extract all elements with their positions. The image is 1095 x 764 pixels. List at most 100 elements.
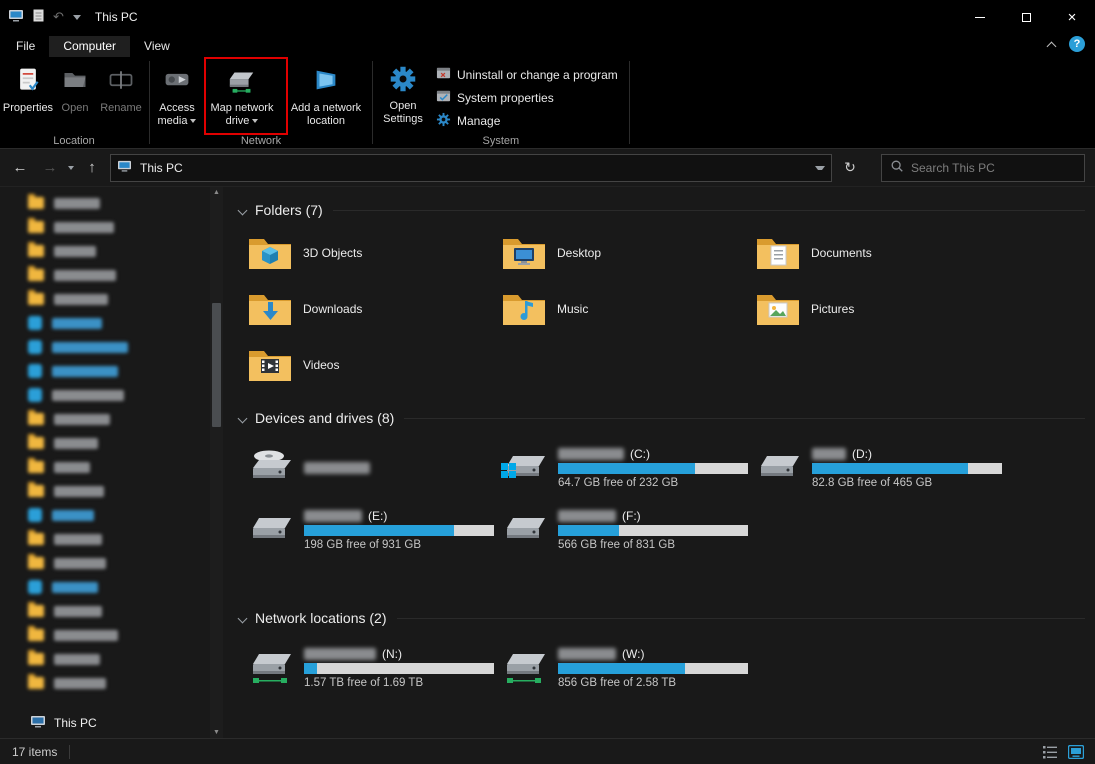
folder-icon — [28, 437, 44, 449]
nav-scrollbar[interactable]: ▲ ▼ — [210, 187, 223, 738]
main-area: This PC ▲ ▼ Folders (7) 3D Objects — [0, 187, 1095, 738]
nav-item[interactable] — [0, 671, 210, 695]
nav-item[interactable] — [0, 623, 210, 647]
network-drive-item-w[interactable]: (W:) 856 GB free of 2.58 TB — [491, 637, 745, 699]
undo-icon[interactable]: ↶ — [53, 9, 64, 25]
drive-item-d[interactable]: (D:) 82.8 GB free of 465 GB — [745, 437, 999, 499]
add-network-location-button[interactable]: Add a network location — [283, 59, 369, 133]
scroll-down-icon[interactable]: ▼ — [210, 729, 223, 736]
capacity-bar-fill — [304, 525, 454, 536]
section-header-devices[interactable]: Devices and drives (8) — [239, 407, 1085, 429]
search-input[interactable] — [911, 161, 1076, 175]
dropdown-caret-icon — [190, 119, 196, 123]
nav-item[interactable] — [0, 407, 210, 431]
network-drive-item-n[interactable]: (N:) 1.57 TB free of 1.69 TB — [237, 637, 491, 699]
details-view-button[interactable] — [1041, 743, 1059, 761]
properties-button[interactable]: Properties — [2, 59, 54, 133]
section-header-network[interactable]: Network locations (2) — [239, 607, 1085, 629]
folder-item-pictures[interactable]: Pictures — [745, 281, 999, 337]
nav-item[interactable] — [0, 599, 210, 623]
folder-item-videos[interactable]: Videos — [237, 337, 491, 393]
customize-toolbar-dropdown-icon[interactable] — [73, 15, 81, 20]
nav-item[interactable] — [0, 551, 210, 575]
nav-item[interactable] — [0, 383, 210, 407]
redacted-label — [52, 510, 94, 521]
nav-item[interactable] — [0, 527, 210, 551]
folder-name: Downloads — [303, 302, 362, 316]
address-dropdown-icon[interactable] — [815, 166, 825, 170]
properties-quick-icon[interactable] — [33, 9, 44, 25]
redacted-drive-label — [304, 462, 370, 474]
drive-item-dvd[interactable] — [237, 437, 491, 499]
nav-item[interactable] — [0, 311, 210, 335]
nav-item[interactable] — [0, 479, 210, 503]
nav-item[interactable] — [0, 575, 210, 599]
nav-item[interactable] — [0, 335, 210, 359]
redacted-drive-label — [812, 448, 846, 460]
uninstall-label: Uninstall or change a program — [457, 68, 618, 82]
devices-grid: (C:) 64.7 GB free of 232 GB (D:) — [237, 437, 1095, 561]
refresh-button[interactable]: ↻ — [838, 156, 862, 180]
folder-icon — [755, 289, 801, 330]
folder-item-3d-objects[interactable]: 3D Objects — [237, 225, 491, 281]
drive-item-e[interactable]: (E:) 198 GB free of 931 GB — [237, 499, 491, 561]
folder-icon — [28, 677, 44, 689]
hdd-drive-icon — [245, 508, 295, 553]
system-properties-button[interactable]: System properties — [436, 87, 618, 108]
collapse-section-icon[interactable] — [238, 413, 248, 423]
nav-item[interactable] — [0, 647, 210, 671]
redacted-label — [54, 198, 100, 209]
back-button[interactable]: ← — [8, 156, 32, 180]
scroll-up-icon[interactable]: ▲ — [210, 189, 223, 196]
map-network-drive-button[interactable]: Map network drive — [201, 59, 283, 133]
tab-file[interactable]: File — [2, 36, 49, 57]
help-icon[interactable]: ? — [1069, 36, 1085, 52]
nav-item[interactable] — [0, 263, 210, 287]
drive-item-c[interactable]: (C:) 64.7 GB free of 232 GB — [491, 437, 745, 499]
minimize-button[interactable] — [957, 0, 1003, 34]
tab-view[interactable]: View — [130, 36, 184, 57]
search-box[interactable] — [881, 154, 1085, 182]
nav-item[interactable] — [0, 215, 210, 239]
access-media-button[interactable]: Access media — [153, 59, 201, 133]
folder-icon — [28, 629, 44, 641]
rename-button[interactable]: Rename — [96, 59, 146, 133]
recent-locations-dropdown-icon[interactable] — [68, 166, 74, 170]
manage-button[interactable]: Manage — [436, 110, 618, 131]
uninstall-button[interactable]: Uninstall or change a program — [436, 64, 618, 85]
group-separator — [149, 61, 150, 144]
app-icon — [28, 316, 42, 330]
collapse-section-icon[interactable] — [238, 205, 248, 215]
nav-item[interactable] — [0, 191, 210, 215]
nav-item[interactable] — [0, 239, 210, 263]
open-button[interactable]: Open — [54, 59, 96, 133]
address-bar[interactable]: This PC — [110, 154, 832, 182]
nav-item[interactable] — [0, 503, 210, 527]
folder-item-music[interactable]: Music — [491, 281, 745, 337]
collapse-section-icon[interactable] — [238, 613, 248, 623]
up-button[interactable]: ↑ — [80, 156, 104, 180]
ribbon-group-location: Properties Open Rename Location — [0, 57, 148, 148]
close-button[interactable]: × — [1049, 0, 1095, 34]
nav-item[interactable] — [0, 431, 210, 455]
redacted-label — [54, 630, 118, 641]
tab-computer[interactable]: Computer — [49, 36, 130, 57]
folder-item-downloads[interactable]: Downloads — [237, 281, 491, 337]
section-header-folders[interactable]: Folders (7) — [239, 199, 1085, 221]
folder-item-documents[interactable]: Documents — [745, 225, 999, 281]
drive-item-f[interactable]: (F:) 566 GB free of 831 GB — [491, 499, 745, 561]
folder-item-desktop[interactable]: Desktop — [491, 225, 745, 281]
nav-item[interactable] — [0, 287, 210, 311]
large-icons-view-button[interactable] — [1067, 743, 1085, 761]
sidebar-item-this-pc[interactable]: This PC — [0, 710, 210, 736]
collapse-ribbon-icon[interactable] — [1047, 41, 1057, 51]
nav-item[interactable] — [0, 455, 210, 479]
nav-item[interactable] — [0, 359, 210, 383]
app-icon — [28, 580, 42, 594]
forward-button[interactable]: → — [38, 156, 62, 180]
navigation-bar: ← → ↑ This PC ↻ — [0, 149, 1095, 187]
open-settings-button[interactable]: Open Settings — [376, 59, 430, 133]
scroll-thumb[interactable] — [212, 303, 221, 427]
folder-icon — [247, 289, 293, 330]
maximize-button[interactable] — [1003, 0, 1049, 34]
